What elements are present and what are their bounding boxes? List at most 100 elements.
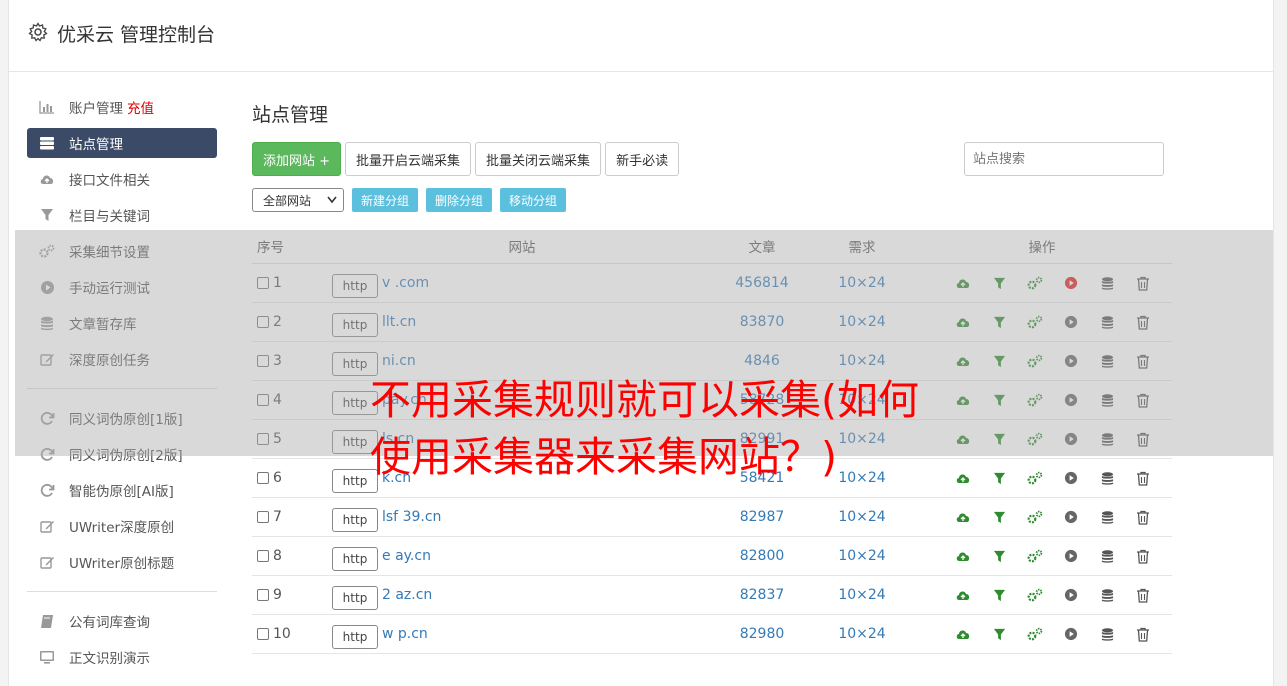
sidebar-item[interactable]: 接口文件相关: [27, 164, 217, 194]
sidebar-item[interactable]: 栏目与关键词: [27, 200, 217, 230]
row-number-cell: 6: [252, 470, 332, 486]
cloud-upload-icon[interactable]: [954, 586, 972, 604]
row-checkbox[interactable]: [257, 589, 269, 601]
new-group-button[interactable]: 新建分组: [352, 188, 419, 212]
row-checkbox[interactable]: [257, 628, 269, 640]
app-title: 优采云 管理控制台: [57, 24, 216, 46]
play-circle-icon[interactable]: [1062, 586, 1080, 604]
gears-icon[interactable]: [1026, 625, 1044, 643]
cloud-upload-icon[interactable]: [954, 508, 972, 526]
sidebar-item-label: 正文识别演示: [69, 651, 150, 667]
row-number: 10: [273, 626, 291, 642]
ops-cell: [912, 469, 1172, 487]
gears-icon[interactable]: [1026, 586, 1044, 604]
article-count-link[interactable]: 82800: [712, 548, 812, 564]
sidebar-item[interactable]: 站点管理: [27, 128, 217, 158]
book-icon: [39, 613, 55, 629]
row-checkbox[interactable]: [257, 472, 269, 484]
site-cell: http e ay.cn: [332, 541, 712, 571]
sidebar-item-label: 接口文件相关: [69, 173, 150, 189]
sidebar-item[interactable]: UWriter深度原创: [27, 511, 217, 541]
row-checkbox[interactable]: [257, 550, 269, 562]
row-number-cell: 8: [252, 548, 332, 564]
recharge-link[interactable]: 充值: [127, 97, 154, 117]
filter-icon[interactable]: [990, 586, 1008, 604]
sidebar-item-label: 公有词库查询: [69, 615, 150, 631]
play-circle-icon[interactable]: [1062, 625, 1080, 643]
play-circle-icon[interactable]: [1062, 508, 1080, 526]
http-badge[interactable]: http: [332, 547, 378, 571]
site-domain-link[interactable]: w p.cn: [382, 626, 428, 642]
play-circle-icon[interactable]: [1062, 547, 1080, 565]
sidebar-item[interactable]: 正文识别演示: [27, 642, 217, 672]
refresh-icon: [39, 482, 55, 498]
add-site-button[interactable]: 添加网站 +: [252, 142, 342, 176]
move-group-button[interactable]: 移动分组: [500, 188, 567, 212]
cloud-upload-icon[interactable]: [954, 469, 972, 487]
sidebar-item[interactable]: UWriter原创标题: [27, 547, 217, 577]
site-cell: http w p.cn: [332, 619, 712, 649]
bar-chart-icon: [39, 99, 55, 115]
http-badge[interactable]: http: [332, 508, 378, 532]
trash-icon[interactable]: [1134, 469, 1152, 487]
http-badge[interactable]: http: [332, 625, 378, 649]
sidebar-item-label: 栏目与关键词: [69, 209, 150, 225]
table-row: 8 http e ay.cn 82800 10×24: [252, 537, 1172, 576]
filter-icon[interactable]: [990, 508, 1008, 526]
batch-close-button[interactable]: 批量关闭云端采集: [475, 142, 602, 176]
gears-icon[interactable]: [1026, 547, 1044, 565]
demand-link[interactable]: 10×24: [812, 626, 912, 642]
cloud-upload-icon[interactable]: [954, 547, 972, 565]
sidebar-item-label: UWriter深度原创: [69, 520, 175, 536]
site-domain-link[interactable]: e ay.cn: [382, 548, 431, 564]
trash-icon[interactable]: [1134, 625, 1152, 643]
table-row: 7 http lsf 39.cn 82987 10×24: [252, 498, 1172, 537]
group-select[interactable]: 全部网站: [252, 188, 344, 212]
server-icon: [39, 135, 55, 151]
ops-cell: [912, 508, 1172, 526]
gears-icon[interactable]: [1026, 508, 1044, 526]
row-number-cell: 9: [252, 587, 332, 603]
sidebar-item[interactable]: 账户管理 充值: [27, 92, 217, 122]
demand-link[interactable]: 10×24: [812, 548, 912, 564]
sidebar-item[interactable]: 公有词库查询: [27, 606, 217, 636]
row-number: 7: [273, 509, 282, 525]
row-number: 9: [273, 587, 282, 603]
database-icon[interactable]: [1098, 625, 1116, 643]
sidebar-item-label: 智能伪原创[AI版]: [69, 484, 174, 500]
newbie-guide-button[interactable]: 新手必读: [605, 142, 680, 176]
filter-icon[interactable]: [990, 469, 1008, 487]
database-icon[interactable]: [1098, 547, 1116, 565]
trash-icon[interactable]: [1134, 547, 1152, 565]
filter-icon[interactable]: [990, 547, 1008, 565]
site-search-input[interactable]: [964, 142, 1164, 176]
filter-icon[interactable]: [990, 625, 1008, 643]
filter-icon: [39, 207, 55, 223]
database-icon[interactable]: [1098, 508, 1116, 526]
database-icon[interactable]: [1098, 586, 1116, 604]
http-badge[interactable]: http: [332, 586, 378, 610]
top-bar: 优采云 管理控制台: [9, 0, 1273, 72]
row-checkbox[interactable]: [257, 511, 269, 523]
sidebar-item[interactable]: 智能伪原创[AI版]: [27, 475, 217, 505]
article-count-link[interactable]: 82837: [712, 587, 812, 603]
play-circle-icon[interactable]: [1062, 469, 1080, 487]
gear-icon[interactable]: [28, 22, 48, 42]
gears-icon[interactable]: [1026, 469, 1044, 487]
database-icon[interactable]: [1098, 469, 1116, 487]
article-count-link[interactable]: 82987: [712, 509, 812, 525]
delete-group-button[interactable]: 删除分组: [426, 188, 493, 212]
page-title: 站点管理: [252, 104, 329, 126]
batch-open-button[interactable]: 批量开启云端采集: [345, 142, 472, 176]
demand-link[interactable]: 10×24: [812, 587, 912, 603]
trash-icon[interactable]: [1134, 586, 1152, 604]
sidebar-item-label: 账户管理: [69, 101, 123, 117]
site-domain-link[interactable]: 2 az.cn: [382, 587, 432, 603]
cloud-upload-icon[interactable]: [954, 625, 972, 643]
trash-icon[interactable]: [1134, 508, 1152, 526]
group-select-value: 全部网站: [263, 193, 312, 208]
demand-link[interactable]: 10×24: [812, 509, 912, 525]
site-domain-link[interactable]: lsf 39.cn: [382, 509, 441, 525]
group-toolbar: 全部网站 新建分组 删除分组 移动分组: [252, 188, 567, 212]
article-count-link[interactable]: 82980: [712, 626, 812, 642]
